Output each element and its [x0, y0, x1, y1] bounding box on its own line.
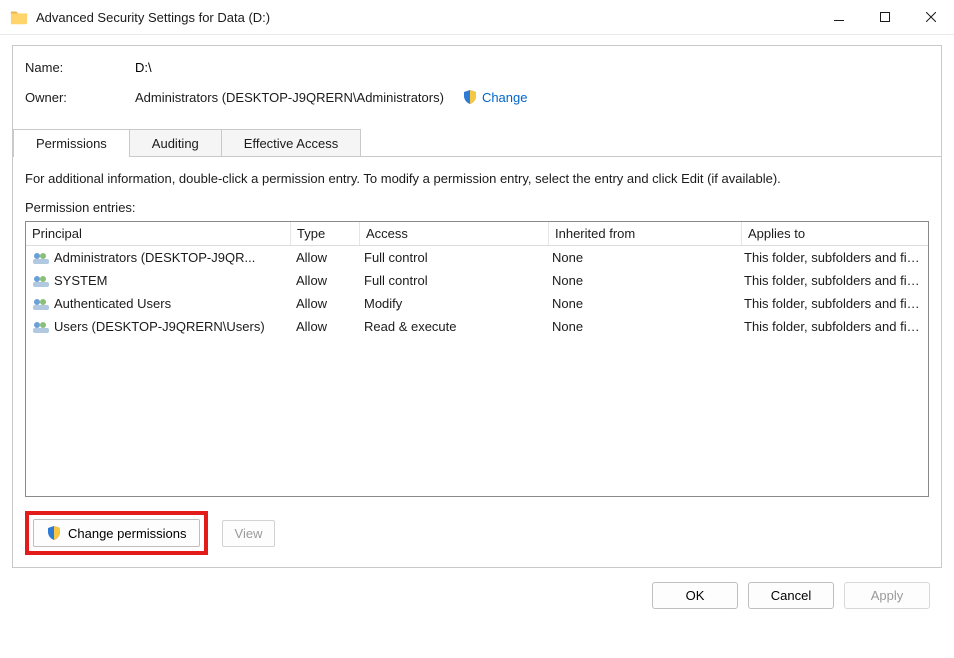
cell-access: Modify — [358, 292, 546, 315]
group-icon — [32, 297, 50, 311]
table-row[interactable]: Authenticated Users AllowModifyNoneThis f… — [26, 292, 928, 315]
cell-principal: SYSTEM — [54, 273, 107, 288]
col-type[interactable]: Type — [291, 222, 360, 245]
instruction-text: For additional information, double-click… — [25, 171, 929, 186]
entries-label: Permission entries: — [25, 200, 929, 215]
cell-access: Full control — [358, 269, 546, 292]
table-row[interactable]: SYSTEM AllowFull controlNoneThis folder, … — [26, 269, 928, 292]
cell-inherited: None — [546, 292, 738, 315]
cell-principal: Users (DESKTOP-J9QRERN\Users) — [54, 319, 265, 334]
cell-type: Allow — [290, 292, 358, 315]
tab-body-permissions: For additional information, double-click… — [13, 156, 941, 567]
window-title: Advanced Security Settings for Data (D:) — [36, 10, 816, 25]
cell-access: Full control — [358, 246, 546, 269]
col-access[interactable]: Access — [360, 222, 549, 245]
change-owner-link[interactable]: Change — [462, 89, 528, 105]
col-applies[interactable]: Applies to — [742, 222, 928, 245]
owner-label: Owner: — [25, 90, 135, 105]
cell-inherited: None — [546, 269, 738, 292]
name-label: Name: — [25, 60, 135, 75]
group-icon — [32, 320, 50, 334]
tab-permissions[interactable]: Permissions — [13, 129, 130, 157]
permission-entries-grid[interactable]: Principal Type Access Inherited from App… — [25, 221, 929, 497]
col-inherited[interactable]: Inherited from — [549, 222, 742, 245]
shield-icon — [46, 525, 62, 541]
grid-header: Principal Type Access Inherited from App… — [26, 222, 928, 246]
tab-auditing[interactable]: Auditing — [129, 129, 222, 157]
group-icon — [32, 251, 50, 265]
cell-inherited: None — [546, 246, 738, 269]
name-field[interactable] — [135, 60, 535, 75]
owner-value: Administrators (DESKTOP-J9QRERN\Administ… — [135, 90, 444, 105]
change-permissions-button[interactable]: Change permissions — [33, 519, 200, 547]
tab-effective-access[interactable]: Effective Access — [221, 129, 361, 157]
col-principal[interactable]: Principal — [26, 222, 291, 245]
cell-principal: Authenticated Users — [54, 296, 171, 311]
ok-button[interactable]: OK — [652, 582, 738, 609]
change-owner-text: Change — [482, 90, 528, 105]
cell-inherited: None — [546, 315, 738, 338]
view-label: View — [235, 526, 263, 541]
cell-access: Read & execute — [358, 315, 546, 338]
table-row[interactable]: Administrators (DESKTOP-J9QR... AllowFull… — [26, 246, 928, 269]
cell-applies: This folder, subfolders and files — [738, 269, 928, 292]
titlebar: Advanced Security Settings for Data (D:) — [0, 0, 954, 35]
cell-applies: This folder, subfolders and files — [738, 292, 928, 315]
table-row[interactable]: Users (DESKTOP-J9QRERN\Users) AllowRead &… — [26, 315, 928, 338]
main-panel: Name: Owner: Administrators (DESKTOP-J9Q… — [12, 45, 942, 568]
change-permissions-label: Change permissions — [68, 526, 187, 541]
minimize-button[interactable] — [816, 0, 862, 34]
group-icon — [32, 274, 50, 288]
view-button: View — [222, 520, 276, 547]
cancel-button[interactable]: Cancel — [748, 582, 834, 609]
apply-button: Apply — [844, 582, 930, 609]
folder-icon — [10, 9, 28, 25]
cell-type: Allow — [290, 269, 358, 292]
cell-applies: This folder, subfolders and files — [738, 315, 928, 338]
tabstrip: Permissions Auditing Effective Access — [13, 128, 941, 156]
annotation-highlight: Change permissions — [25, 511, 208, 555]
maximize-button[interactable] — [862, 0, 908, 34]
cell-principal: Administrators (DESKTOP-J9QR... — [54, 250, 255, 265]
cell-applies: This folder, subfolders and files — [738, 246, 928, 269]
dialog-button-row: OK Cancel Apply — [12, 568, 942, 623]
shield-icon — [462, 89, 478, 105]
close-button[interactable] — [908, 0, 954, 34]
cell-type: Allow — [290, 246, 358, 269]
cell-type: Allow — [290, 315, 358, 338]
